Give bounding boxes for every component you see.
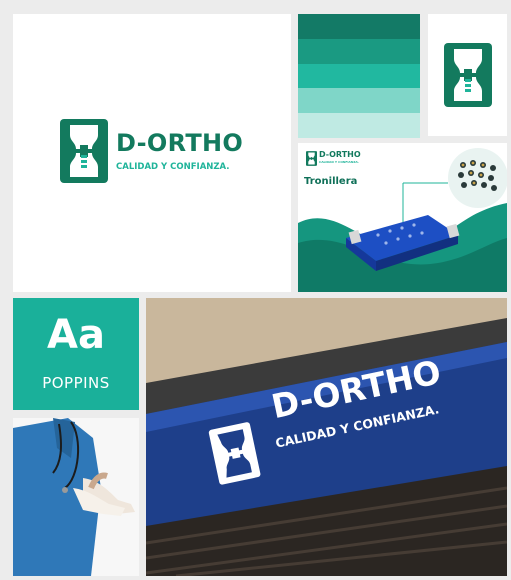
font-sample: Aa [47, 312, 105, 358]
brand-tagline: CALIDAD Y CONFIANZA. [116, 162, 230, 172]
flyer-brand-tagline: CALIDAD Y CONFIANZA. [319, 160, 360, 164]
knee-joint-logo-icon [444, 43, 492, 107]
knee-joint-logo-icon [60, 119, 108, 183]
icon-tile [428, 14, 507, 136]
color-swatch [298, 88, 420, 114]
primary-logo: D-ORTHO CALIDAD Y CONFIANZA. [60, 119, 260, 189]
color-swatch [298, 113, 420, 138]
knee-joint-logo-icon [306, 151, 317, 166]
product-title: Tronillera [304, 176, 358, 187]
logo-tile: D-ORTHO CALIDAD Y CONFIANZA. [13, 14, 291, 292]
font-name: POPPINS [42, 374, 110, 392]
doctor-photo [13, 418, 139, 576]
brand-name: D-ORTHO [116, 129, 244, 157]
storefront-signage: D-ORTHO CALIDAD Y CONFIANZA. [146, 298, 507, 576]
product-flyer: D-ORTHO CALIDAD Y CONFIANZA. Tronillera [298, 143, 507, 292]
doctor-illustration [13, 418, 135, 576]
brand-board: D-ORTHO CALIDAD Y CONFIANZA. D-ORTHO CAL… [0, 0, 511, 580]
color-swatch [298, 38, 420, 64]
color-swatch [298, 63, 420, 89]
flyer-brand-name: D-ORTHO [319, 150, 361, 159]
color-swatch [298, 14, 420, 39]
flyer-background [298, 148, 507, 292]
color-palette [298, 14, 420, 138]
typography-tile: Aa POPPINS [13, 298, 139, 410]
